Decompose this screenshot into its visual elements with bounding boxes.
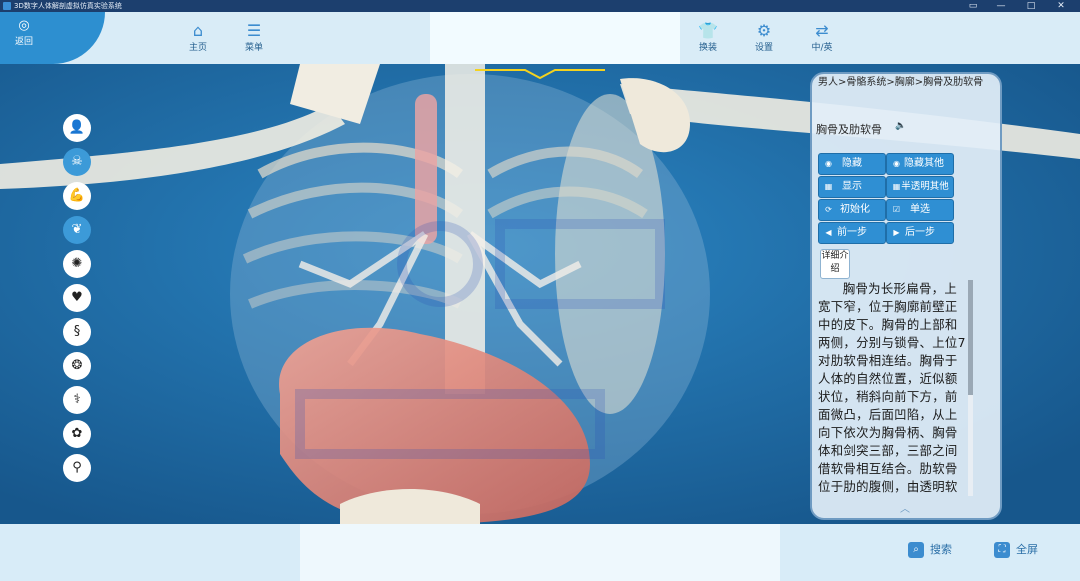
hide-others-label: 隐藏其他 xyxy=(904,158,944,169)
grid-icon: ▦ xyxy=(824,182,833,191)
system-cardio-button[interactable]: ♥ xyxy=(63,284,91,312)
checkbox-icon: ☑ xyxy=(892,205,901,214)
panel-title: 胸骨及肋软骨 xyxy=(816,123,882,136)
show-button[interactable]: ▦ 显示 xyxy=(818,176,886,198)
reset-button[interactable]: ⟳ 初始化 xyxy=(818,199,886,221)
muscle-icon: 💪 xyxy=(68,188,86,203)
show-label: 显示 xyxy=(842,181,862,192)
title-bar: 3D数字人体解剖虚拟仿真实验系统 ▭ — □ ✕ xyxy=(0,0,1080,12)
arrow-right-icon: ▶ xyxy=(893,228,900,237)
grid-icon: ▦ xyxy=(892,182,901,191)
arrow-left-icon: ◀ xyxy=(825,228,832,237)
single-select-button[interactable]: ☑ 单选 xyxy=(886,199,954,221)
body-silhouette-icon: 👤 xyxy=(68,120,86,135)
system-endocrine-button[interactable]: ✿ xyxy=(63,420,91,448)
back-button[interactable]: ◎ 返回 xyxy=(6,18,42,50)
back-label: 返回 xyxy=(14,37,33,47)
search-icon: ⌕ xyxy=(908,542,924,558)
system-body-button[interactable]: 👤 xyxy=(63,114,91,142)
single-select-label: 单选 xyxy=(910,204,930,215)
system-reproductive-button[interactable]: ⚲ xyxy=(63,454,91,482)
fullscreen-label: 全屏 xyxy=(1016,543,1038,556)
next-step-label: 后一步 xyxy=(905,227,935,238)
thyroid-icon: ✿ xyxy=(71,426,83,441)
speaker-icon[interactable]: 🔈 xyxy=(895,121,906,131)
nav-settings-label: 设置 xyxy=(754,43,773,53)
hide-others-button[interactable]: ◉ 隐藏其他 xyxy=(886,153,954,175)
fullscreen-button[interactable]: ⛶ 全屏 xyxy=(994,540,1038,560)
hide-button[interactable]: ◉ 隐藏 xyxy=(818,153,886,175)
system-respiratory-button[interactable]: ❦ xyxy=(63,216,91,244)
nav-language-button[interactable]: ⇄ 中/英 xyxy=(802,22,842,56)
app-icon xyxy=(3,2,11,10)
nav-home-button[interactable]: ⌂ 主页 xyxy=(178,22,218,56)
gear-icon: ⚙ xyxy=(756,21,772,40)
system-vascular-button[interactable]: ⚕ xyxy=(63,386,91,414)
lungs-icon: ❦ xyxy=(71,222,83,237)
vessel-icon: ⚕ xyxy=(73,392,81,407)
detail-intro-tab[interactable]: 详细介绍 xyxy=(820,249,850,279)
prev-step-button[interactable]: ◀ 前一步 xyxy=(818,222,886,244)
system-skeleton-button[interactable]: ☠ xyxy=(63,148,91,176)
nav-menu-label: 菜单 xyxy=(244,43,263,53)
brain-icon: ✺ xyxy=(71,256,83,271)
heart-icon: ♥ xyxy=(71,290,83,305)
system-digestive-button[interactable]: § xyxy=(63,318,91,346)
nav-home-label: 主页 xyxy=(188,43,207,53)
description-text: 胸骨为长形扁骨，上宽下窄，位于胸廓前壁正中的皮下。胸骨的上部和两侧，分别与锁骨、… xyxy=(818,281,966,494)
minimize-button[interactable]: — xyxy=(990,0,1012,12)
intestine-icon: § xyxy=(73,324,81,339)
skeleton-icon: ☠ xyxy=(71,154,83,169)
kidney-icon: ❂ xyxy=(71,358,83,373)
prev-step-label: 前一步 xyxy=(837,227,867,238)
hide-label: 隐藏 xyxy=(842,158,862,169)
system-urinary-button[interactable]: ❂ xyxy=(63,352,91,380)
chevron-up-icon[interactable]: ︿ xyxy=(895,500,915,515)
reset-icon: ⟳ xyxy=(825,205,832,214)
next-step-button[interactable]: ▶ 后一步 xyxy=(886,222,954,244)
eye-slash-icon: ◉ xyxy=(893,159,900,168)
bottom-highlight xyxy=(300,524,780,581)
eye-slash-icon: ◉ xyxy=(825,159,832,168)
nav-dress-button[interactable]: 👕 换装 xyxy=(688,22,728,56)
maximize-button[interactable]: □ xyxy=(1020,0,1042,12)
top-toolbar xyxy=(0,12,1080,64)
description-scrollbar[interactable] xyxy=(968,280,973,395)
toolbar-highlight xyxy=(430,12,680,64)
search-button[interactable]: ⌕ 搜索 xyxy=(908,540,952,560)
window-title: 3D数字人体解剖虚拟仿真实验系统 xyxy=(14,2,122,10)
translucent-others-button[interactable]: ▦ 半透明其他 xyxy=(886,176,954,198)
close-button[interactable]: ✕ xyxy=(1050,0,1072,12)
home-icon: ⌂ xyxy=(192,21,204,40)
language-icon: ⇄ xyxy=(815,21,829,40)
reset-label: 初始化 xyxy=(840,204,870,215)
system-muscle-button[interactable]: 💪 xyxy=(63,182,91,210)
menu-icon: ☰ xyxy=(246,21,262,40)
shirt-icon: 👕 xyxy=(698,21,718,40)
reproductive-icon: ⚲ xyxy=(72,460,82,475)
breadcrumb: 男人>骨骼系统>胸廓>胸骨及肋软骨 xyxy=(818,77,984,88)
nav-language-label: 中/英 xyxy=(811,43,833,53)
search-label: 搜索 xyxy=(930,543,952,556)
system-nervous-button[interactable]: ✺ xyxy=(63,250,91,278)
nav-menu-button[interactable]: ☰ 菜单 xyxy=(234,22,274,56)
window-icon[interactable]: ▭ xyxy=(962,0,984,12)
eye-icon: ◎ xyxy=(18,18,30,33)
nav-dress-label: 换装 xyxy=(698,43,717,53)
fullscreen-icon: ⛶ xyxy=(994,542,1010,558)
nav-settings-button[interactable]: ⚙ 设置 xyxy=(744,22,784,56)
